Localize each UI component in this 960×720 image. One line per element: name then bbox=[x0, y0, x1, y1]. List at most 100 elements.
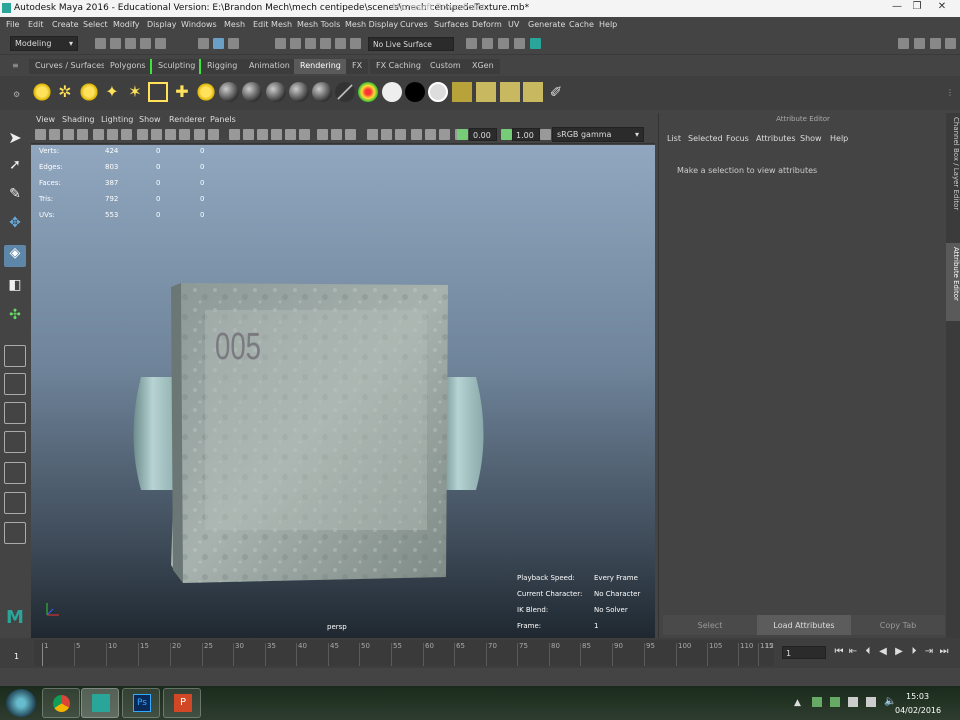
wireframe-on-shaded-icon[interactable] bbox=[229, 129, 240, 140]
tab-fx[interactable]: FX bbox=[346, 59, 369, 74]
persp-graph-layout-icon[interactable] bbox=[4, 431, 26, 453]
tray-app-icon[interactable] bbox=[812, 697, 822, 707]
render-view-icon[interactable] bbox=[466, 38, 477, 49]
taskbar-maya-icon[interactable] bbox=[81, 688, 119, 718]
menu-select[interactable]: Select bbox=[83, 20, 108, 29]
gamma-icon[interactable] bbox=[501, 129, 512, 140]
graph-editor-layout-icon[interactable] bbox=[4, 522, 26, 544]
lasso-tool-icon[interactable]: ➚ bbox=[4, 157, 26, 179]
menu-surfaces[interactable]: Surfaces bbox=[434, 20, 469, 29]
gamma-field[interactable]: 1.00 bbox=[512, 128, 540, 141]
perspective-viewport[interactable]: Verts: 424 0 0 Edges: 803 0 0 Faces: 387… bbox=[31, 145, 655, 638]
range-slider[interactable] bbox=[0, 668, 960, 686]
select-by-component-icon[interactable] bbox=[228, 38, 239, 49]
bookmarks-icon[interactable] bbox=[63, 129, 74, 140]
scale-tool-icon[interactable]: ◧ bbox=[4, 277, 26, 299]
ae-select-button[interactable]: Select bbox=[663, 615, 757, 635]
use-background-icon[interactable] bbox=[405, 82, 425, 102]
play-backwards-icon[interactable]: ◀ bbox=[878, 646, 888, 658]
attribute-editor-toggle-icon[interactable] bbox=[930, 38, 941, 49]
grid-icon[interactable] bbox=[93, 129, 104, 140]
tab-attribute-editor[interactable]: Attribute Editor bbox=[946, 243, 960, 321]
taskbar-photoshop-icon[interactable]: Ps bbox=[122, 688, 160, 718]
xray-icon[interactable] bbox=[367, 129, 378, 140]
step-forward-key-icon[interactable]: ⇥ bbox=[924, 646, 934, 658]
four-view-layout-icon[interactable] bbox=[4, 373, 26, 395]
camera-icon[interactable]: ✚ bbox=[172, 82, 192, 102]
shelf-options-icon[interactable]: ⚙ bbox=[13, 90, 20, 99]
hypershade-shelf-icon[interactable] bbox=[476, 82, 496, 102]
step-back-key-icon[interactable]: ⇤ bbox=[848, 646, 858, 658]
undo-icon[interactable] bbox=[140, 38, 151, 49]
menu-curves[interactable]: Curves bbox=[400, 20, 428, 29]
menu-file[interactable]: File bbox=[6, 20, 19, 29]
modeling-toolkit-icon[interactable] bbox=[898, 38, 909, 49]
image-plane-icon[interactable] bbox=[77, 129, 88, 140]
shadows-icon[interactable] bbox=[271, 129, 282, 140]
area-light-icon[interactable]: ✶ bbox=[125, 82, 145, 102]
tab-custom[interactable]: Custom bbox=[424, 59, 467, 74]
field-chart-icon[interactable] bbox=[151, 129, 162, 140]
spot-light-icon[interactable]: ✦ bbox=[102, 82, 122, 102]
menu-modify[interactable]: Modify bbox=[113, 20, 140, 29]
color-management-icon[interactable] bbox=[540, 129, 551, 140]
redo-icon[interactable] bbox=[155, 38, 166, 49]
network-icon[interactable] bbox=[848, 697, 858, 707]
menu-cache[interactable]: Cache bbox=[569, 20, 594, 29]
viewport-menu-shading[interactable]: Shading bbox=[62, 115, 95, 124]
snap-to-curve-icon[interactable] bbox=[290, 38, 301, 49]
menu-edit-mesh[interactable]: Edit Mesh bbox=[253, 20, 292, 29]
blinn-shader-icon[interactable] bbox=[219, 82, 239, 102]
isolate-select-icon[interactable] bbox=[345, 129, 356, 140]
maximize-button[interactable]: ❐ bbox=[908, 1, 926, 15]
flag-icon[interactable] bbox=[866, 697, 876, 707]
menu-mesh-tools[interactable]: Mesh Tools bbox=[297, 20, 340, 29]
live-surface-field[interactable]: No Live Surface bbox=[368, 37, 454, 51]
ae-menu-list[interactable]: List bbox=[667, 134, 681, 143]
motion-blur-icon[interactable] bbox=[299, 129, 310, 140]
ae-menu-help[interactable]: Help bbox=[830, 134, 848, 143]
multisample-aa-icon[interactable] bbox=[317, 129, 328, 140]
select-by-object-icon[interactable] bbox=[213, 38, 224, 49]
wireframe-icon[interactable] bbox=[194, 129, 205, 140]
render-diagnostics-icon[interactable]: ✐ bbox=[546, 82, 566, 102]
exposure-icon[interactable] bbox=[457, 129, 468, 140]
channel-box-toggle-icon[interactable] bbox=[945, 38, 956, 49]
camera-attributes-icon[interactable] bbox=[49, 129, 60, 140]
ipr-render-icon[interactable] bbox=[498, 38, 509, 49]
xray-joints-icon[interactable] bbox=[395, 129, 406, 140]
play-forwards-icon[interactable]: ▶ bbox=[894, 646, 904, 658]
phong-shader-icon[interactable] bbox=[266, 82, 286, 102]
select-camera-icon[interactable] bbox=[35, 129, 46, 140]
persp-outliner-layout-icon[interactable] bbox=[4, 402, 26, 424]
menu-mesh[interactable]: Mesh bbox=[224, 20, 245, 29]
viewport-menu-renderer[interactable]: Renderer bbox=[169, 115, 206, 124]
step-back-frame-icon[interactable]: ⏴ bbox=[863, 646, 873, 658]
snap-to-surface-icon[interactable] bbox=[335, 38, 346, 49]
viewport-menu-lighting[interactable]: Lighting bbox=[101, 115, 133, 124]
shelf-scroll-icon[interactable]: ⋮ bbox=[946, 88, 954, 97]
textured-icon[interactable] bbox=[243, 129, 254, 140]
single-perspective-layout-icon[interactable] bbox=[4, 345, 26, 367]
gate-mask-icon[interactable] bbox=[137, 129, 148, 140]
ae-menu-focus[interactable]: Focus bbox=[726, 134, 749, 143]
film-gate-icon[interactable] bbox=[107, 129, 118, 140]
menu-display[interactable]: Display bbox=[147, 20, 177, 29]
select-by-hierarchy-icon[interactable] bbox=[198, 38, 209, 49]
character-controls-icon[interactable] bbox=[914, 38, 925, 49]
model-render[interactable]: 005 bbox=[31, 145, 655, 638]
lambert-shader-icon[interactable] bbox=[242, 82, 262, 102]
point-light-icon[interactable] bbox=[79, 82, 99, 102]
depth-of-field-icon[interactable] bbox=[331, 129, 342, 140]
start-button-icon[interactable] bbox=[6, 689, 36, 717]
menu-help[interactable]: Help bbox=[599, 20, 617, 29]
safe-action-icon[interactable] bbox=[165, 129, 176, 140]
color-space-dropdown[interactable]: sRGB gamma ▾ bbox=[552, 127, 644, 142]
minimize-button[interactable]: — bbox=[888, 1, 906, 15]
persp-hypershade-layout-icon[interactable] bbox=[4, 462, 26, 484]
menu-mesh-display[interactable]: Mesh Display bbox=[345, 20, 398, 29]
select-tool-icon[interactable]: ➤ bbox=[4, 128, 26, 150]
tab-polygons[interactable]: Polygons bbox=[104, 59, 152, 74]
render-icon[interactable] bbox=[482, 38, 493, 49]
outliner-persp-layout-icon[interactable] bbox=[4, 492, 26, 514]
